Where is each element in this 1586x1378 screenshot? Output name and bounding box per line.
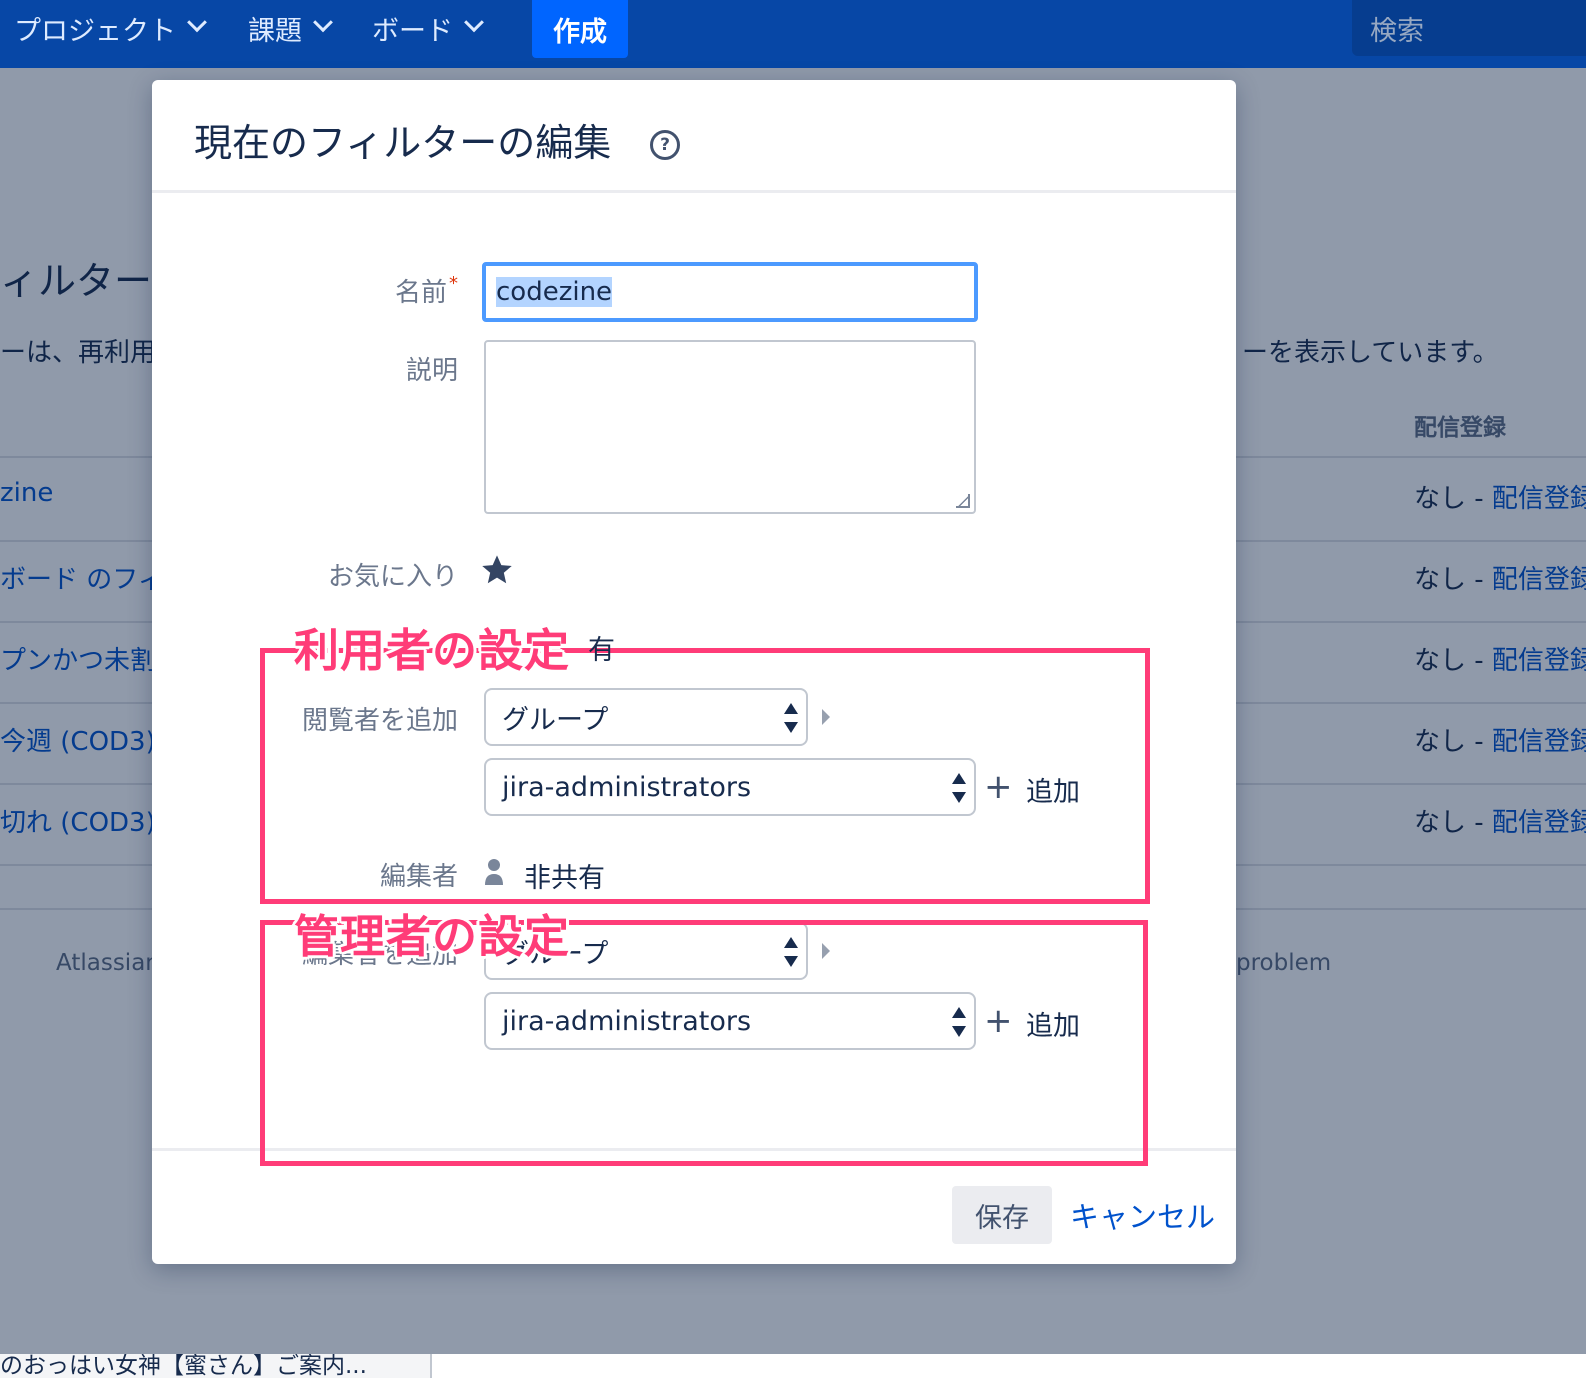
page: プロジェクト 課題 ボード 作成 検索 ィルター ーは、再利用 ーを表示していま… <box>0 0 1586 1378</box>
nav-boards[interactable]: ボード <box>372 8 484 48</box>
users-setting-highlight <box>260 648 1150 904</box>
nav-boards-label: ボード <box>372 15 453 47</box>
chevron-down-icon <box>464 12 484 33</box>
dialog-header: 現在のフィルターの編集 ? <box>152 80 1236 193</box>
nav-projects[interactable]: プロジェクト <box>14 8 207 48</box>
name-label: 名前 * <box>395 272 458 309</box>
cancel-button[interactable]: キャンセル <box>1070 1186 1215 1244</box>
create-button[interactable]: 作成 <box>532 0 628 58</box>
help-icon[interactable]: ? <box>650 130 680 160</box>
description-textarea[interactable] <box>484 340 976 514</box>
users-setting-annotation: 利用者の設定 <box>294 624 571 677</box>
search-input[interactable]: 検索 <box>1352 0 1586 56</box>
required-mark: * <box>449 273 458 294</box>
resize-handle-icon[interactable] <box>956 494 970 508</box>
name-input-value: codezine <box>496 277 613 307</box>
name-input[interactable]: codezine <box>482 262 978 322</box>
nav-issues[interactable]: 課題 <box>248 8 333 48</box>
save-button[interactable]: 保存 <box>952 1186 1052 1244</box>
admins-setting-annotation: 管理者の設定 <box>294 910 571 963</box>
favorite-star-icon[interactable] <box>480 554 514 586</box>
description-label: 説明 <box>405 356 458 386</box>
chevron-down-icon <box>187 12 207 33</box>
nav-issues-label: 課題 <box>248 15 302 47</box>
favorite-label: お気に入り <box>327 562 458 592</box>
hidden-share-text: 有 <box>588 635 615 666</box>
dialog-title: 現在のフィルターの編集 <box>194 121 612 165</box>
chevron-down-icon <box>313 12 333 33</box>
nav-projects-label: プロジェクト <box>14 15 176 47</box>
browser-bottom-tab[interactable]: のおっはい女神【蜜さん】ご案内... <box>0 1354 432 1378</box>
name-label-text: 名前 <box>394 278 447 308</box>
top-navigation: プロジェクト 課題 ボード 作成 検索 <box>0 0 1586 68</box>
